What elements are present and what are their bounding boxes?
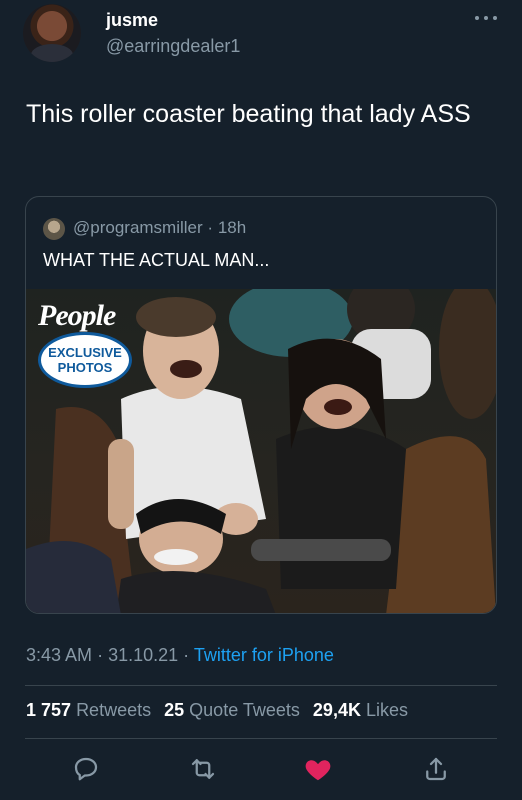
badge-line-2: PHOTOS [57, 360, 113, 375]
meta-separator-1: · [97, 645, 104, 665]
divider-top [25, 685, 497, 686]
author-avatar[interactable] [23, 4, 81, 62]
quoted-age: 18h [217, 218, 247, 237]
likes-stat[interactable]: 29,4K Likes [313, 700, 408, 720]
quoted-separator: · [207, 218, 214, 237]
quote-tweets-stat[interactable]: 25 Quote Tweets [164, 700, 300, 720]
retweets-label: Retweets [76, 700, 152, 720]
author-display-name[interactable]: jusme [106, 10, 158, 31]
quote-tweets-count: 25 [164, 700, 185, 720]
retweets-count: 1 757 [26, 700, 72, 720]
badge-line-1: EXCLUSIVE [48, 345, 122, 360]
reply-icon[interactable] [71, 754, 101, 784]
tweet-date[interactable]: 31.10.21 [108, 645, 178, 665]
engagement-stats: 1 757 Retweets 25 Quote Tweets 29,4K Lik… [26, 700, 408, 721]
quoted-author-avatar [43, 218, 65, 240]
people-logo: People EXCLUSIVE PHOTOS [36, 299, 136, 391]
share-icon[interactable] [421, 754, 451, 784]
quoted-tweet-text: WHAT THE ACTUAL MAN... [43, 250, 270, 270]
like-icon[interactable] [303, 754, 333, 784]
divider-bottom [25, 738, 497, 739]
tweet-text: This roller coaster beating that lady AS… [26, 100, 471, 128]
meta-separator-2: · [183, 645, 190, 665]
more-icon[interactable] [472, 10, 500, 26]
tweet-action-bar [0, 750, 522, 790]
quoted-tweet-card[interactable]: @programsmiller · 18h WHAT THE ACTUAL MA… [25, 196, 497, 614]
retweet-icon[interactable] [188, 754, 218, 784]
quoted-author-line: @programsmiller · 18h [73, 218, 246, 238]
exclusive-photos-badge: EXCLUSIVE PHOTOS [38, 332, 132, 388]
retweets-stat[interactable]: 1 757 Retweets [26, 700, 151, 720]
quote-tweets-label: Quote Tweets [189, 700, 300, 720]
tweet-source-link[interactable]: Twitter for iPhone [194, 645, 334, 665]
likes-count: 29,4K [312, 700, 361, 720]
quoted-author-handle: @programsmiller [73, 218, 203, 237]
tweet-timestamp: 3:43 AM · 31.10.21 · Twitter for iPhone [26, 645, 334, 666]
quoted-photo[interactable]: People EXCLUSIVE PHOTOS [26, 289, 496, 613]
tweet-time[interactable]: 3:43 AM [26, 645, 92, 665]
tweet-header: jusme @earringdealer1 [0, 0, 522, 80]
author-handle[interactable]: @earringdealer1 [106, 36, 240, 57]
likes-label: Likes [365, 700, 409, 720]
people-brand-word: People [38, 299, 116, 332]
